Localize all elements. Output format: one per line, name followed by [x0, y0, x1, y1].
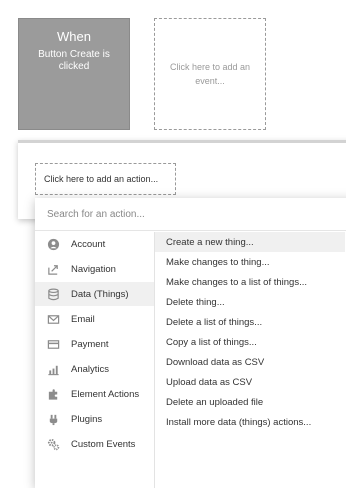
category-data-things[interactable]: Data (Things)	[35, 282, 154, 306]
database-icon	[46, 287, 60, 301]
category-payment[interactable]: Payment	[35, 332, 154, 356]
category-label: Payment	[71, 338, 109, 350]
category-email[interactable]: Email	[35, 307, 154, 331]
plugins-icon	[46, 412, 60, 426]
add-event-placeholder[interactable]: Click here to add an event...	[154, 18, 266, 130]
category-label: Custom Events	[71, 438, 136, 450]
category-label: Plugins	[71, 413, 103, 425]
action-item[interactable]: Create a new thing...	[155, 232, 345, 252]
action-item[interactable]: Delete a list of things...	[155, 312, 345, 332]
navigation-icon	[46, 262, 60, 276]
category-label: Analytics	[71, 363, 110, 375]
action-search-input[interactable]: Search for an action...	[35, 198, 346, 231]
analytics-icon	[46, 362, 60, 376]
category-custom-events[interactable]: Custom Events	[35, 432, 154, 456]
element-actions-icon	[46, 387, 60, 401]
add-event-label: Click here to add an event...	[169, 62, 251, 86]
action-dropdown: Search for an action... Account Navigati…	[35, 198, 346, 488]
action-item[interactable]: Copy a list of things...	[155, 332, 345, 352]
event-title: When	[57, 29, 91, 44]
add-action-placeholder[interactable]: Click here to add an action...	[35, 163, 176, 195]
category-label: Account	[71, 238, 106, 250]
category-list: Account Navigation Data (Things) Email P…	[35, 232, 155, 488]
custom-events-icon	[46, 437, 60, 451]
action-item[interactable]: Delete an uploaded file	[155, 392, 345, 412]
action-item[interactable]: Delete thing...	[155, 292, 345, 312]
category-analytics[interactable]: Analytics	[35, 357, 154, 381]
event-subtitle: Button Create is clicked	[38, 49, 110, 72]
payment-icon	[46, 337, 60, 351]
action-item[interactable]: Upload data as CSV	[155, 372, 345, 392]
search-placeholder: Search for an action...	[47, 208, 145, 220]
category-element-actions[interactable]: Element Actions	[35, 382, 154, 406]
add-action-label: Click here to add an action...	[44, 174, 159, 184]
event-card[interactable]: When Button Create is clicked	[18, 18, 130, 130]
action-item[interactable]: Download data as CSV	[155, 352, 345, 372]
category-plugins[interactable]: Plugins	[35, 407, 154, 431]
action-item[interactable]: Make changes to a list of things...	[155, 272, 345, 292]
category-navigation[interactable]: Navigation	[35, 257, 154, 281]
category-label: Email	[71, 313, 95, 325]
category-label: Navigation	[71, 263, 116, 275]
action-item[interactable]: Install more data (things) actions...	[155, 412, 345, 432]
account-icon	[46, 237, 60, 251]
email-icon	[46, 312, 60, 326]
category-label: Element Actions	[71, 388, 140, 400]
action-item[interactable]: Make changes to thing...	[155, 252, 345, 272]
category-label: Data (Things)	[71, 288, 129, 300]
category-account[interactable]: Account	[35, 232, 154, 256]
